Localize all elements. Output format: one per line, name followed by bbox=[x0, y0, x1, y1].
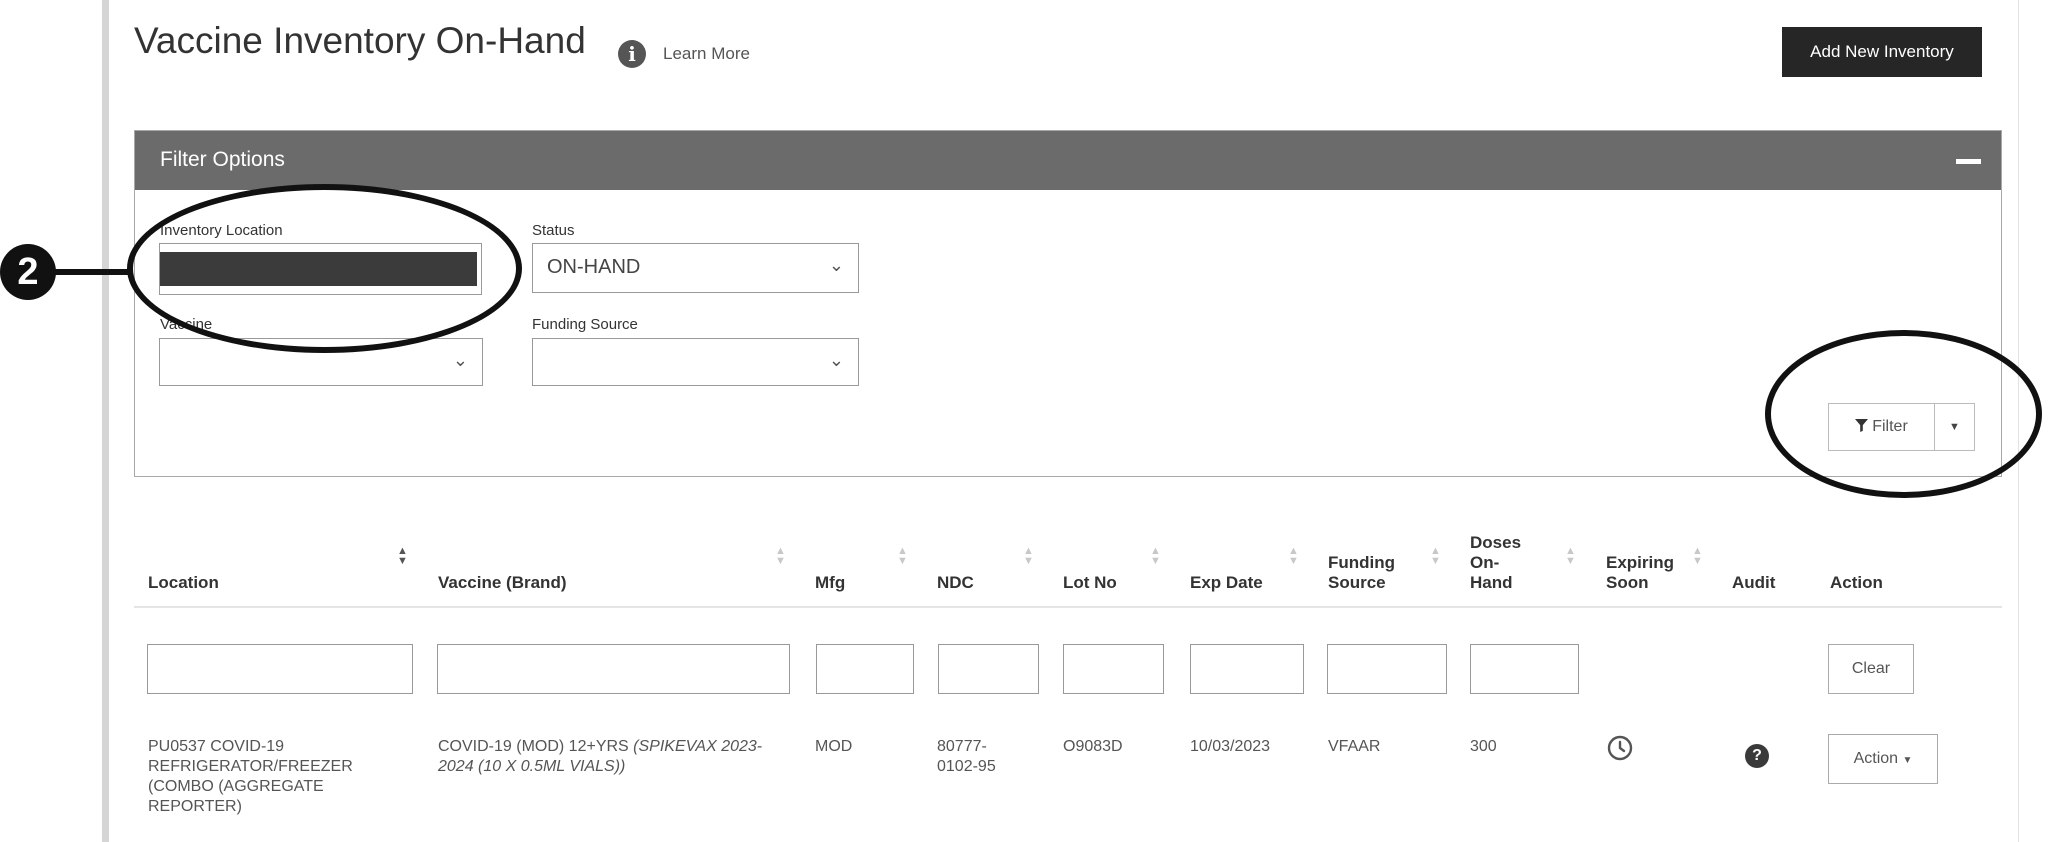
column-header-vaccine-brand[interactable]: Vaccine (Brand) bbox=[438, 573, 567, 593]
table-header-divider bbox=[134, 606, 2002, 608]
ndc-filter-input[interactable] bbox=[938, 644, 1039, 694]
caret-down-icon: ▼ bbox=[1902, 755, 1913, 766]
sort-icon[interactable]: ▲ ▼ bbox=[775, 546, 786, 567]
column-header-action: Action bbox=[1830, 573, 1883, 592]
cell-funding-source: VFAAR bbox=[1328, 738, 1381, 755]
exp-date-filter-input[interactable] bbox=[1190, 644, 1304, 694]
callout-number-badge: 2 bbox=[0, 244, 56, 300]
minus-icon[interactable] bbox=[1956, 159, 1981, 164]
column-header-exp-date[interactable]: Exp Date bbox=[1190, 573, 1263, 593]
info-circle-icon[interactable]: i bbox=[618, 40, 646, 68]
status-label: Status bbox=[532, 222, 575, 239]
clear-filters-button[interactable]: Clear bbox=[1828, 644, 1914, 694]
left-border-bar bbox=[102, 0, 109, 842]
column-header-location[interactable]: Location bbox=[148, 573, 219, 593]
vaccine-name: COVID-19 (MOD) 12+YRS bbox=[438, 738, 629, 755]
vaccine-filter-input[interactable] bbox=[437, 644, 790, 694]
filter-options-header[interactable]: Filter Options bbox=[135, 131, 2001, 190]
callout-ellipse-filter bbox=[1765, 330, 2042, 498]
callout-pointer-line bbox=[54, 269, 132, 275]
column-header-mfg[interactable]: Mfg bbox=[815, 573, 845, 593]
cell-exp-date: 10/03/2023 bbox=[1190, 738, 1271, 755]
sort-ascending-icon[interactable]: ▲ ▼ bbox=[397, 546, 408, 567]
chevron-down-icon: ⌄ bbox=[828, 350, 844, 370]
cell-doses-on-hand: 300 bbox=[1470, 738, 1497, 755]
sort-icon[interactable]: ▲ ▼ bbox=[1023, 546, 1034, 567]
column-header-ndc[interactable]: NDC bbox=[937, 573, 974, 593]
row-action-label: Action bbox=[1853, 750, 1899, 767]
learn-more-link[interactable]: Learn More bbox=[663, 44, 750, 64]
funding-source-label: Funding Source bbox=[532, 316, 638, 333]
column-header-audit: Audit bbox=[1732, 573, 1776, 592]
lot-no-filter-input[interactable] bbox=[1063, 644, 1164, 694]
chevron-down-icon: ⌄ bbox=[452, 350, 468, 370]
sort-icon[interactable]: ▲ ▼ bbox=[1288, 546, 1299, 567]
cell-vaccine-brand: COVID-19 (MOD) 12+YRS (SPIKEVAX 2023-202… bbox=[438, 737, 783, 777]
row-action-button[interactable]: Action ▼ bbox=[1828, 734, 1938, 784]
column-header-funding-source[interactable]: Funding Source bbox=[1328, 553, 1416, 593]
funding-source-select[interactable]: ⌄ bbox=[532, 338, 859, 386]
add-new-inventory-button[interactable]: Add New Inventory bbox=[1782, 27, 1982, 77]
sort-icon[interactable]: ▲ ▼ bbox=[1692, 546, 1703, 567]
callout-ellipse-location bbox=[127, 184, 522, 353]
funding-source-filter-input[interactable] bbox=[1327, 644, 1447, 694]
filter-options-title: Filter Options bbox=[160, 148, 285, 171]
question-circle-icon[interactable]: ? bbox=[1745, 744, 1769, 768]
cell-location: PU0537 COVID-19 REFRIGERATOR/FREEZER (CO… bbox=[148, 738, 353, 815]
sort-icon[interactable]: ▲ ▼ bbox=[1565, 546, 1576, 567]
location-filter-input[interactable] bbox=[147, 644, 413, 694]
mfg-filter-input[interactable] bbox=[816, 644, 914, 694]
sort-icon[interactable]: ▲ ▼ bbox=[1150, 546, 1161, 567]
status-select[interactable]: ON-HAND ⌄ bbox=[532, 243, 859, 293]
column-header-expiring-soon[interactable]: Expiring Soon bbox=[1606, 553, 1686, 593]
cell-mfg: MOD bbox=[815, 738, 853, 755]
page-title: Vaccine Inventory On-Hand bbox=[134, 20, 586, 61]
doses-filter-input[interactable] bbox=[1470, 644, 1579, 694]
chevron-down-icon: ⌄ bbox=[828, 255, 844, 275]
clock-icon bbox=[1607, 735, 1633, 761]
cell-lot-no: O9083D bbox=[1063, 738, 1123, 755]
status-selected-value: ON-HAND bbox=[547, 256, 641, 278]
column-header-lot-no[interactable]: Lot No bbox=[1063, 573, 1117, 593]
column-header-doses-on-hand[interactable]: Doses On-Hand bbox=[1470, 533, 1530, 593]
sort-icon[interactable]: ▲ ▼ bbox=[1430, 546, 1441, 567]
sort-icon[interactable]: ▲ ▼ bbox=[897, 546, 908, 567]
cell-ndc: 80777-0102-95 bbox=[937, 738, 996, 775]
